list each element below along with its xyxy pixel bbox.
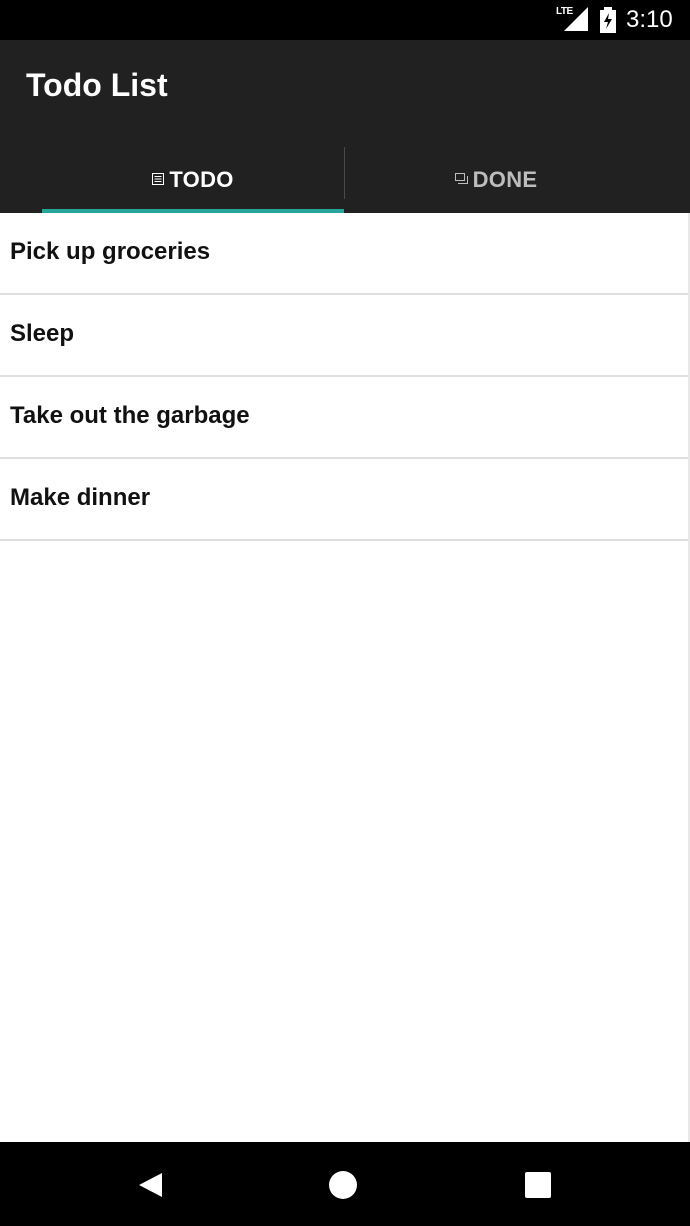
home-icon[interactable] <box>326 1168 360 1202</box>
list-item[interactable]: Take out the garbage <box>0 377 688 459</box>
list-item-text: Make dinner <box>10 484 151 511</box>
status-bar: LTE 3:10 <box>0 0 690 40</box>
back-icon[interactable] <box>135 1168 169 1202</box>
status-time: 3:10 <box>626 6 673 33</box>
recents-icon[interactable] <box>521 1168 555 1202</box>
system-nav-bar <box>0 1142 690 1226</box>
todo-list: Pick up groceries Sleep Take out the gar… <box>0 213 690 541</box>
list-item[interactable]: Pick up groceries <box>0 213 688 295</box>
list-item-text: Pick up groceries <box>10 238 211 265</box>
list-item-text: Take out the garbage <box>10 402 250 429</box>
tab-todo-label: TODO <box>169 166 234 192</box>
battery-icon <box>600 7 616 33</box>
list-item-text: Sleep <box>10 320 75 347</box>
network-type-label: LTE <box>556 6 573 17</box>
list-icon <box>152 172 165 185</box>
page-title: Todo List <box>26 67 168 103</box>
tab-todo[interactable]: TODO <box>42 146 344 213</box>
tab-done[interactable]: DONE <box>345 146 647 213</box>
list-item[interactable]: Sleep <box>0 295 688 377</box>
app-bar: Todo List TODO DONE <box>0 40 690 213</box>
tab-done-label: DONE <box>472 166 538 192</box>
list-item[interactable]: Make dinner <box>0 459 688 541</box>
stack-icon <box>454 173 468 184</box>
network-indicator: LTE <box>556 6 588 33</box>
